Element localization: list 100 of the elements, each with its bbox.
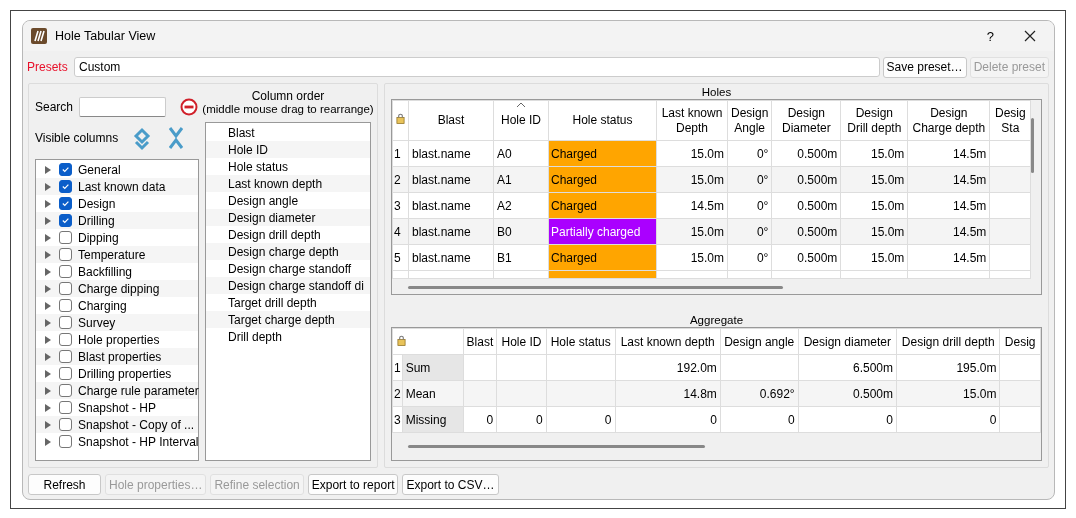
checkbox[interactable]: [59, 197, 72, 210]
lock-icon[interactable]: [397, 334, 406, 346]
column-order-title: Column order: [251, 90, 325, 103]
preset-field[interactable]: Custom: [74, 57, 880, 77]
table-cell: 0: [886, 412, 893, 427]
checkbox[interactable]: [59, 333, 72, 346]
checkbox[interactable]: [59, 299, 72, 312]
table-cell: 15.0m: [871, 250, 905, 265]
checkbox[interactable]: [59, 316, 72, 329]
checkbox[interactable]: [59, 163, 72, 176]
table-cell: 0.500m: [797, 172, 838, 187]
status-cell: Charged: [548, 140, 657, 167]
checkbox[interactable]: [59, 231, 72, 244]
row-label: Missing: [405, 412, 447, 427]
list-item[interactable]: Hole status: [228, 159, 289, 174]
table-cell: 15.0m: [690, 172, 724, 187]
row-number: 4: [394, 224, 401, 239]
checkbox[interactable]: [59, 418, 72, 431]
window-title: Hole Tabular View: [55, 29, 156, 43]
help-button[interactable]: ?: [984, 28, 996, 44]
table-cell: 0: [788, 412, 795, 427]
checkbox[interactable]: [59, 180, 72, 193]
table-cell: 0.500m: [797, 224, 838, 239]
list-item[interactable]: Target drill depth: [228, 295, 317, 310]
preset-button[interactable]: Save preset…: [882, 56, 967, 78]
table-cell: 14.5m: [953, 250, 987, 265]
table-cell: 14.5m: [953, 198, 987, 213]
row-number: 3: [394, 198, 401, 213]
table-cell: 0: [710, 412, 717, 427]
checkbox[interactable]: [59, 401, 72, 414]
checkbox[interactable]: [59, 384, 72, 397]
expand-all-icon[interactable]: [132, 125, 153, 151]
table-cell: 14.5m: [953, 224, 987, 239]
tree-item[interactable]: Design: [78, 196, 116, 211]
tree-item[interactable]: Drilling properties: [78, 366, 172, 381]
checkbox[interactable]: [59, 265, 72, 278]
table-cell: 14.5m: [953, 172, 987, 187]
footer-button[interactable]: Export to CSV…: [402, 474, 499, 495]
table-cell: A0: [497, 146, 512, 161]
tree-item[interactable]: Snapshot - HP Interval: [78, 434, 199, 449]
table-cell: 15.0m: [690, 224, 724, 239]
clear-icon[interactable]: [180, 98, 199, 116]
checkbox[interactable]: [59, 214, 72, 227]
table-cell: 14.5m: [953, 146, 987, 161]
table-cell: 15.0m: [963, 386, 997, 401]
row-number: 2: [394, 172, 401, 187]
search-field[interactable]: [79, 97, 167, 117]
checkbox[interactable]: [59, 282, 72, 295]
checkbox[interactable]: [59, 435, 72, 448]
row-number: 2: [394, 386, 401, 401]
table-cell: 15.0m: [690, 146, 724, 161]
list-item[interactable]: Design drill depth: [228, 227, 321, 242]
table-cell: A2: [497, 198, 512, 213]
status-cell: Charged: [548, 166, 657, 193]
tree-item[interactable]: Snapshot - HP: [78, 400, 157, 415]
tree-item[interactable]: Dipping: [78, 230, 119, 245]
table-cell: blast.name: [412, 250, 471, 265]
table-cell: 15.0m: [871, 146, 905, 161]
table-cell: 0: [536, 412, 543, 427]
table-cell: 14.8m: [683, 386, 717, 401]
visible-columns-label: Visible columns: [35, 131, 119, 145]
table-cell: 0°: [756, 146, 769, 161]
scrollbar-thumb[interactable]: [408, 445, 705, 448]
checkbox[interactable]: [59, 367, 72, 380]
table-cell: A1: [497, 172, 512, 187]
checkbox[interactable]: [59, 350, 72, 363]
table-cell: 15.0m: [690, 250, 724, 265]
scrollbar-thumb[interactable]: [408, 286, 783, 289]
row-label: Mean: [405, 386, 436, 401]
list-item[interactable]: Drill depth: [228, 329, 283, 344]
list-item[interactable]: Design angle: [228, 193, 299, 208]
footer-button[interactable]: Refresh: [28, 474, 101, 495]
tree-item[interactable]: General: [78, 162, 121, 177]
list-item[interactable]: Design charge standoff: [228, 261, 352, 276]
close-icon[interactable]: [1024, 30, 1036, 42]
lock-icon[interactable]: [396, 113, 405, 124]
table-cell: 195.0m: [956, 360, 997, 375]
table-cell: 0.500m: [797, 198, 838, 213]
tree-item[interactable]: Hole properties: [78, 332, 160, 347]
scrollbar-thumb[interactable]: [1031, 118, 1034, 173]
table-cell: 0.692°: [759, 386, 795, 401]
table-cell: 0: [604, 412, 612, 427]
table-cell: 0: [989, 412, 997, 427]
footer-button[interactable]: Export to report: [307, 474, 399, 495]
table-cell: 0: [486, 412, 494, 427]
status-cell: Partially charged: [548, 218, 657, 245]
table-cell: blast.name: [412, 146, 471, 161]
tree-item[interactable]: Backfilling: [78, 264, 133, 279]
table-cell: 0°: [756, 172, 769, 187]
table-cell: 0°: [756, 224, 769, 239]
row-number: 5: [394, 250, 401, 265]
status-cell: Charged: [548, 244, 657, 271]
column-order-hint: (middle mouse drag to rearrange): [202, 103, 374, 116]
table-cell: blast.name: [412, 172, 471, 187]
table-cell: 0.500m: [797, 146, 838, 161]
tree-item[interactable]: Charging: [78, 298, 127, 313]
list-item[interactable]: Blast: [228, 125, 255, 140]
table-cell: 192.0m: [676, 360, 717, 375]
holes-title: Holes: [701, 86, 732, 99]
checkbox[interactable]: [59, 248, 72, 261]
